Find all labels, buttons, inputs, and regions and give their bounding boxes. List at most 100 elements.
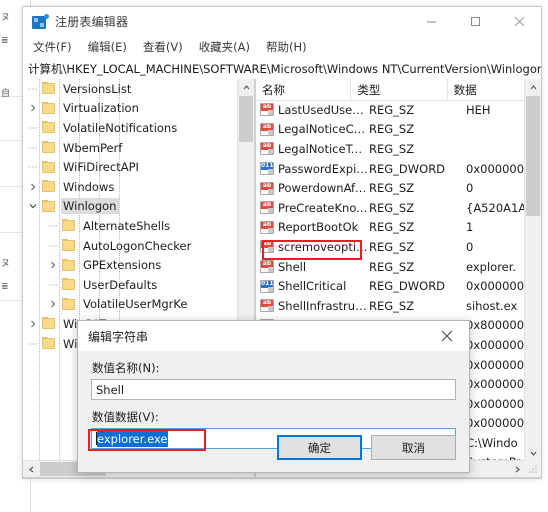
tree-node-versionslist[interactable]: VersionsList xyxy=(23,79,239,99)
chevron-right-icon[interactable] xyxy=(25,320,41,328)
tree-node-label: GPExtensions xyxy=(83,258,162,273)
minimize-button[interactable] xyxy=(409,7,453,36)
tree-node-label: VolatileNotifications xyxy=(63,120,178,135)
table-row[interactable]: ab PowerdownAft... REG_SZ 0 xyxy=(256,178,541,198)
tree-node-wbemperf[interactable]: WbemPerf xyxy=(23,138,239,158)
tree-connector xyxy=(25,343,41,345)
scroll-up-icon[interactable] xyxy=(525,79,541,95)
folder-icon xyxy=(41,121,57,134)
tree-node-label: VersionsList xyxy=(63,81,132,96)
value-type-cell: REG_DWORD xyxy=(369,279,446,294)
dialog-title-bar[interactable]: 编辑字符串 xyxy=(78,321,469,351)
scroll-up-icon[interactable] xyxy=(238,79,254,95)
tree-node-userdefaults[interactable]: UserDefaults xyxy=(23,275,239,295)
title-bar[interactable]: 注册表编辑器 xyxy=(23,7,541,36)
value-name-cell: PreCreateKno... xyxy=(278,200,368,215)
tree-vscroll-thumb[interactable] xyxy=(239,96,253,142)
folder-icon xyxy=(41,337,57,350)
scroll-right-icon[interactable] xyxy=(509,461,525,477)
folder-icon xyxy=(61,239,77,252)
tree-node-gpextensions[interactable]: GPExtensions xyxy=(23,255,239,275)
table-row[interactable]: ab ShellInfrastruct... REG_SZ sihost.ex xyxy=(256,296,541,316)
table-row[interactable]: 011 PasswordExpir... REG_DWORD 0x0000000 xyxy=(256,159,541,179)
chevron-down-icon[interactable] xyxy=(25,202,41,210)
column-header-name[interactable]: 名称 xyxy=(256,79,352,100)
table-row[interactable]: ab LegalNoticeCa... REG_SZ xyxy=(256,120,541,140)
value-data-label: 数值数据(V): xyxy=(92,410,159,424)
cancel-button[interactable]: 取消 xyxy=(371,435,456,460)
value-type-cell: REG_SZ xyxy=(369,181,415,196)
table-row[interactable]: 011 ShellCritical REG_DWORD 0x0000000 xyxy=(256,276,541,296)
menu-item-file[interactable]: 文件(F) xyxy=(33,39,72,55)
string-value-icon: ab xyxy=(260,201,274,215)
tree-node-windows[interactable]: Windows xyxy=(23,177,239,197)
ok-button[interactable]: 确定 xyxy=(277,435,362,460)
menu-item-edit[interactable]: 编辑(E) xyxy=(88,39,127,55)
folder-icon xyxy=(61,278,77,291)
value-type-cell: REG_SZ xyxy=(369,141,415,156)
tree-node-volatilenotifications[interactable]: VolatileNotifications xyxy=(23,118,239,138)
table-row[interactable]: ab scremoveoption REG_SZ 0 xyxy=(256,237,541,257)
chevron-right-icon[interactable] xyxy=(45,261,61,269)
menu-item-help[interactable]: 帮助(H) xyxy=(266,39,307,55)
chevron-right-icon[interactable] xyxy=(25,183,41,191)
background-glyph: ヌ xyxy=(1,259,11,269)
folder-icon xyxy=(61,258,77,272)
table-row[interactable]: ab LastUsedUsern... REG_SZ HEH xyxy=(256,100,541,120)
table-row[interactable]: ab PreCreateKno... REG_SZ {A520A1A xyxy=(256,198,541,218)
tree-node-label: Winlogon xyxy=(61,198,120,215)
scroll-left-icon[interactable] xyxy=(23,461,39,477)
string-value-icon: ab xyxy=(260,122,274,136)
value-name-cell: PowerdownAft... xyxy=(278,181,368,196)
tree-node-winlogon[interactable]: Winlogon xyxy=(23,197,239,217)
scroll-down-icon[interactable] xyxy=(525,445,541,461)
tree-connector xyxy=(45,245,61,247)
value-name-cell: Shell xyxy=(278,259,307,274)
table-row[interactable]: ab ReportBootOk REG_SZ 1 xyxy=(256,218,541,238)
background-glyph: 自 xyxy=(1,89,11,99)
tree-node-label: Windows xyxy=(63,179,115,194)
value-name-cell: PasswordExpir... xyxy=(278,161,368,176)
chevron-right-icon[interactable] xyxy=(45,300,61,308)
table-row[interactable]: ab LegalNoticeText REG_SZ xyxy=(256,139,541,159)
address-bar[interactable]: 计算机\HKEY_LOCAL_MACHINE\SOFTWARE\Microsof… xyxy=(23,59,541,80)
tree-node-volatileusermgrke[interactable]: VolatileUserMgrKe xyxy=(23,295,239,315)
tree-connector xyxy=(45,284,61,286)
folder-icon xyxy=(41,180,57,193)
value-name-cell: LegalNoticeText xyxy=(278,141,368,156)
maximize-button[interactable] xyxy=(453,7,497,36)
string-value-icon: ab xyxy=(260,220,274,234)
registry-path: 计算机\HKEY_LOCAL_MACHINE\SOFTWARE\Microsof… xyxy=(28,62,541,76)
tree-node-label: AutoLogonChecker xyxy=(83,238,192,253)
tree-node-wifidirectapi[interactable]: WiFiDirectAPI xyxy=(23,157,239,177)
menu-item-view[interactable]: 查看(V) xyxy=(143,39,183,55)
column-header-type[interactable]: 类型 xyxy=(351,79,448,100)
value-name-input[interactable]: Shell xyxy=(91,379,456,400)
tree-connector xyxy=(25,127,41,129)
list-vscroll-thumb[interactable] xyxy=(526,96,540,216)
background-glyph: ≣ xyxy=(1,36,9,46)
list-vertical-scrollbar[interactable] xyxy=(524,79,541,477)
tree-node-virtualization[interactable]: Virtualization xyxy=(23,99,239,119)
value-name-label: 数值名称(N): xyxy=(92,361,160,375)
folder-icon xyxy=(41,199,57,213)
tree-node-label: WiFiDirectAPI xyxy=(63,160,139,175)
table-row[interactable]: ab Shell REG_SZ explorer. xyxy=(256,257,541,277)
tree-node-autologonchecker[interactable]: AutoLogonChecker xyxy=(23,236,239,256)
value-name-cell: ShellInfrastruct... xyxy=(278,298,368,313)
menu-item-favorites[interactable]: 收藏夹(A) xyxy=(199,39,250,55)
tree-connector xyxy=(25,88,41,90)
edit-string-dialog: 编辑字符串 数值名称(N): Shell 数值数据(V): explorer.e… xyxy=(77,320,470,473)
chevron-right-icon[interactable] xyxy=(25,104,41,112)
resize-grip-icon[interactable] xyxy=(525,461,541,477)
background-glyph: ヌ xyxy=(1,13,11,23)
string-value-icon: ab xyxy=(260,299,274,313)
string-value-icon: ab xyxy=(260,260,274,274)
dialog-title: 编辑字符串 xyxy=(88,329,149,344)
value-name-cell: scremoveoption xyxy=(278,239,368,254)
value-type-cell: REG_SZ xyxy=(369,239,415,254)
close-button[interactable] xyxy=(497,7,541,36)
value-type-cell: REG_SZ xyxy=(369,220,415,235)
tree-node-alternateshells[interactable]: AlternateShells xyxy=(23,216,239,236)
dialog-close-button[interactable] xyxy=(425,321,469,351)
